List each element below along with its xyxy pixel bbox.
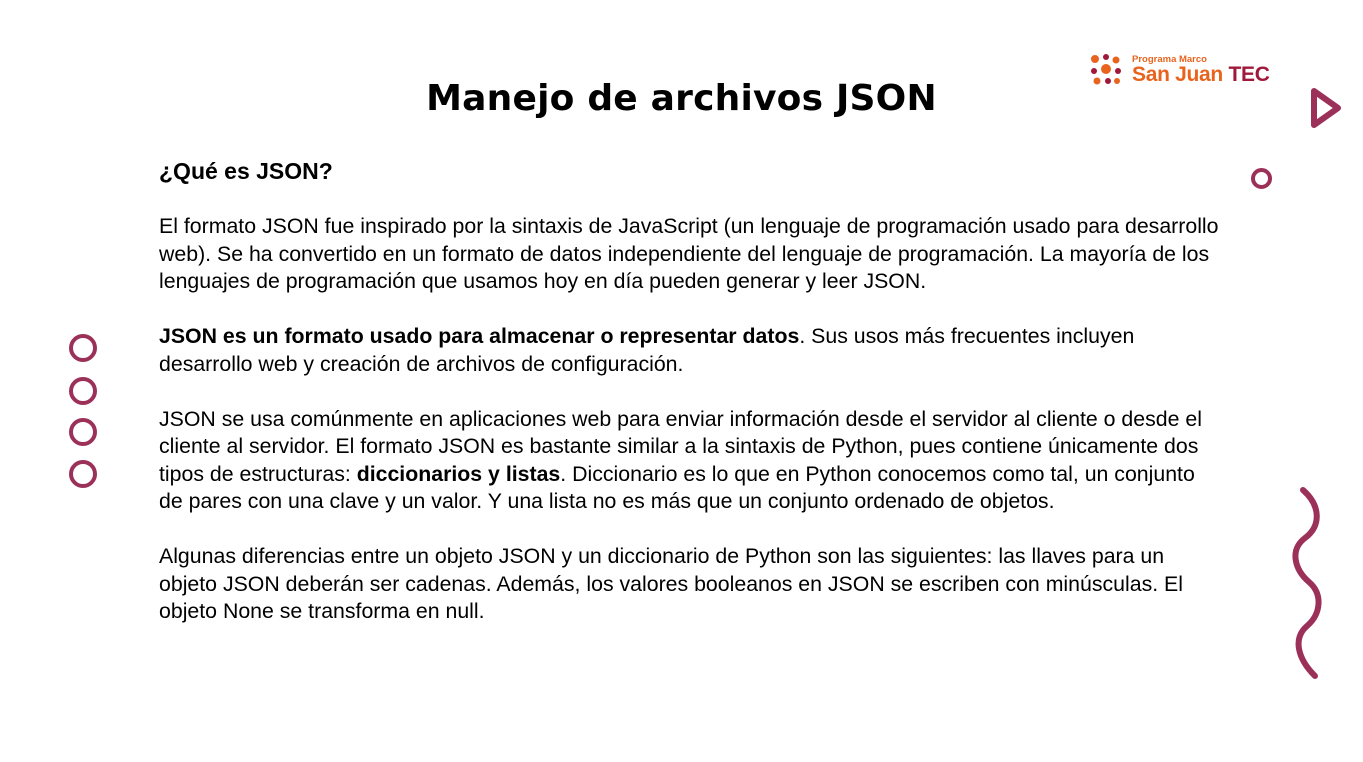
ring-icon — [1251, 168, 1272, 189]
ring-icon — [69, 460, 97, 488]
ring-icon — [69, 334, 97, 362]
ring-icon — [69, 418, 97, 446]
wave-icon — [1292, 487, 1322, 679]
play-triangle-icon — [1311, 88, 1341, 128]
logo: Programa Marco San Juan TEC — [1089, 52, 1284, 88]
logo-name: San Juan TEC — [1132, 63, 1270, 86]
ring-icon — [69, 377, 97, 405]
logo-mark-icon — [1091, 54, 1121, 85]
paragraph-2: JSON es un formato usado para almacenar … — [159, 324, 1135, 376]
paragraph-4: Algunas diferencias entre un objeto JSON… — [159, 544, 1183, 623]
section-heading: ¿Qué es JSON? — [159, 158, 333, 184]
slide: Manejo de archivos JSON Programa Marco S… — [0, 0, 1363, 762]
slide-body: ¿Qué es JSON? El formato JSON fue inspir… — [159, 156, 1219, 653]
paragraph-3: JSON se usa comúnmente en aplicaciones w… — [159, 406, 1202, 514]
paragraph-1: El formato JSON fue inspirado por la sin… — [159, 214, 1219, 293]
